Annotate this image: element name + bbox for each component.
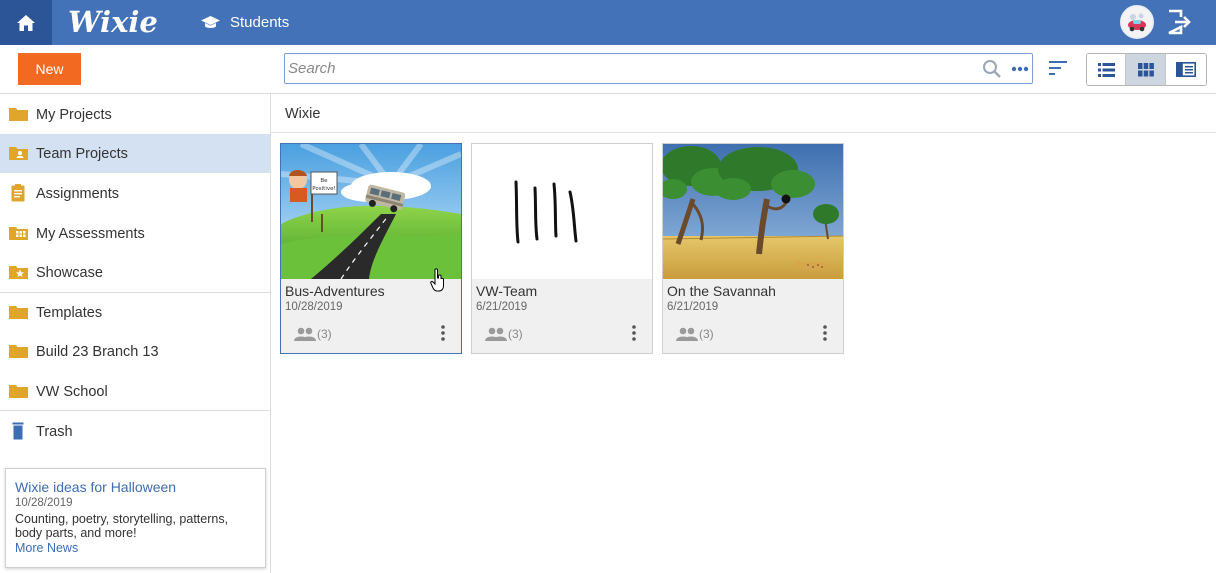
home-icon — [17, 14, 35, 31]
sidebar-item-build-23-branch-13[interactable]: Build 23 Branch 13 — [0, 332, 270, 371]
more-vert-icon[interactable] — [630, 324, 638, 342]
star-folder-icon — [9, 266, 28, 279]
sidebar-item-label: Showcase — [36, 265, 103, 281]
students-link[interactable]: Students — [200, 0, 289, 45]
project-card-bus-adventures[interactable]: Be Positive! Bus-Adventures 10/28/2019 (… — [280, 143, 462, 354]
detail-view-button[interactable] — [1165, 54, 1206, 85]
folder-icon — [9, 345, 28, 358]
team-folder-icon — [9, 147, 28, 160]
project-title: On the Savannah — [667, 283, 776, 299]
sidebar-item-label: Build 23 Branch 13 — [36, 344, 159, 360]
sidebar-item-templates[interactable]: Templates — [0, 293, 270, 332]
sidebar-item-label: My Assessments — [36, 226, 145, 242]
wixie-logo[interactable]: Wixie — [68, 4, 158, 40]
sidebar-item-my-assessments[interactable]: My Assessments — [0, 214, 270, 253]
sidebar-item-trash[interactable]: Trash — [0, 412, 270, 451]
trash-icon — [12, 422, 24, 440]
search-box — [284, 53, 1033, 84]
list-view-icon — [1097, 62, 1115, 77]
sort-icon[interactable] — [1048, 60, 1068, 76]
news-title[interactable]: Wixie ideas for Halloween — [15, 479, 256, 495]
graduation-cap-icon — [201, 16, 220, 28]
news-text: Counting, poetry, storytelling, patterns… — [15, 512, 229, 540]
sidebar-item-label: VW School — [36, 384, 108, 400]
shared-users[interactable]: (3) — [676, 325, 714, 343]
clipboard-icon — [11, 184, 25, 202]
news-date: 10/28/2019 — [15, 497, 73, 509]
project-card-vw-team[interactable]: VW-Team 6/21/2019 (3) — [471, 143, 653, 354]
project-title: Bus-Adventures — [285, 283, 385, 299]
sidebar-item-my-projects[interactable]: My Projects — [0, 95, 270, 134]
sidebar-divider — [0, 410, 270, 411]
sidebar-item-label: Team Projects — [36, 146, 128, 162]
folder-icon — [9, 108, 28, 121]
shared-count: (3) — [317, 327, 332, 341]
avatar-image — [1122, 7, 1152, 37]
shared-users[interactable]: (3) — [485, 325, 523, 343]
project-thumbnail: Be Positive! — [281, 144, 461, 279]
sidebar-item-label: Trash — [36, 424, 73, 440]
project-thumbnail — [472, 144, 652, 279]
sidebar-item-label: Assignments — [36, 186, 120, 202]
sidebar-item-label: Templates — [36, 305, 103, 321]
people-icon — [485, 327, 507, 341]
sidebar-item-assignments[interactable]: Assignments — [0, 174, 270, 213]
list-view-button[interactable] — [1087, 54, 1127, 85]
more-vert-icon[interactable] — [439, 324, 447, 342]
home-button[interactable] — [0, 0, 52, 45]
news-panel: Wixie ideas for Halloween 10/28/2019 Cou… — [5, 468, 266, 568]
project-date: 6/21/2019 — [667, 301, 719, 313]
bus-sign-line-2: Positive! — [312, 186, 335, 192]
vw-team-thumbnail — [472, 144, 652, 279]
shared-count: (3) — [508, 327, 523, 341]
detail-view-icon — [1175, 62, 1196, 77]
sidebar: My Projects Team Projects Assignments My… — [0, 94, 271, 573]
logout-icon[interactable] — [1166, 9, 1192, 35]
sidebar-item-label: My Projects — [36, 107, 112, 123]
sidebar-item-team-projects[interactable]: Team Projects — [0, 134, 270, 173]
top-bar: Wixie Students — [0, 0, 1216, 45]
new-button[interactable]: New — [18, 53, 81, 85]
search-icon[interactable] — [982, 59, 1002, 79]
user-avatar[interactable] — [1120, 5, 1154, 39]
more-vert-icon[interactable] — [821, 324, 829, 342]
shared-count: (3) — [699, 327, 714, 341]
more-options-icon[interactable] — [1011, 66, 1029, 72]
folder-icon — [9, 306, 28, 319]
search-input[interactable] — [288, 57, 968, 80]
people-icon — [294, 327, 316, 341]
folder-icon — [9, 385, 28, 398]
grid-folder-icon — [9, 227, 28, 240]
grid-view-button[interactable] — [1126, 54, 1166, 85]
students-label: Students — [230, 14, 290, 31]
sidebar-item-showcase[interactable]: Showcase — [0, 253, 270, 292]
grid-view-icon — [1137, 62, 1154, 76]
project-thumbnail — [663, 144, 843, 279]
toolbar: New — [0, 45, 1216, 94]
bus-sign-line-1: Be — [320, 178, 328, 184]
more-news-link[interactable]: More News — [15, 540, 256, 557]
project-date: 10/28/2019 — [285, 301, 343, 313]
breadcrumb-bar: Wixie — [271, 94, 1216, 133]
view-mode-group — [1086, 53, 1207, 86]
project-title: VW-Team — [476, 283, 538, 299]
shared-users[interactable]: (3) — [294, 325, 332, 343]
people-icon — [676, 327, 698, 341]
bus-adventures-thumbnail: Be Positive! — [281, 144, 461, 279]
sidebar-item-vw-school[interactable]: VW School — [0, 372, 270, 411]
savannah-thumbnail — [663, 144, 843, 279]
breadcrumb[interactable]: Wixie — [285, 106, 320, 122]
project-card-on-the-savannah[interactable]: On the Savannah 6/21/2019 (3) — [662, 143, 844, 354]
project-date: 6/21/2019 — [476, 301, 528, 313]
